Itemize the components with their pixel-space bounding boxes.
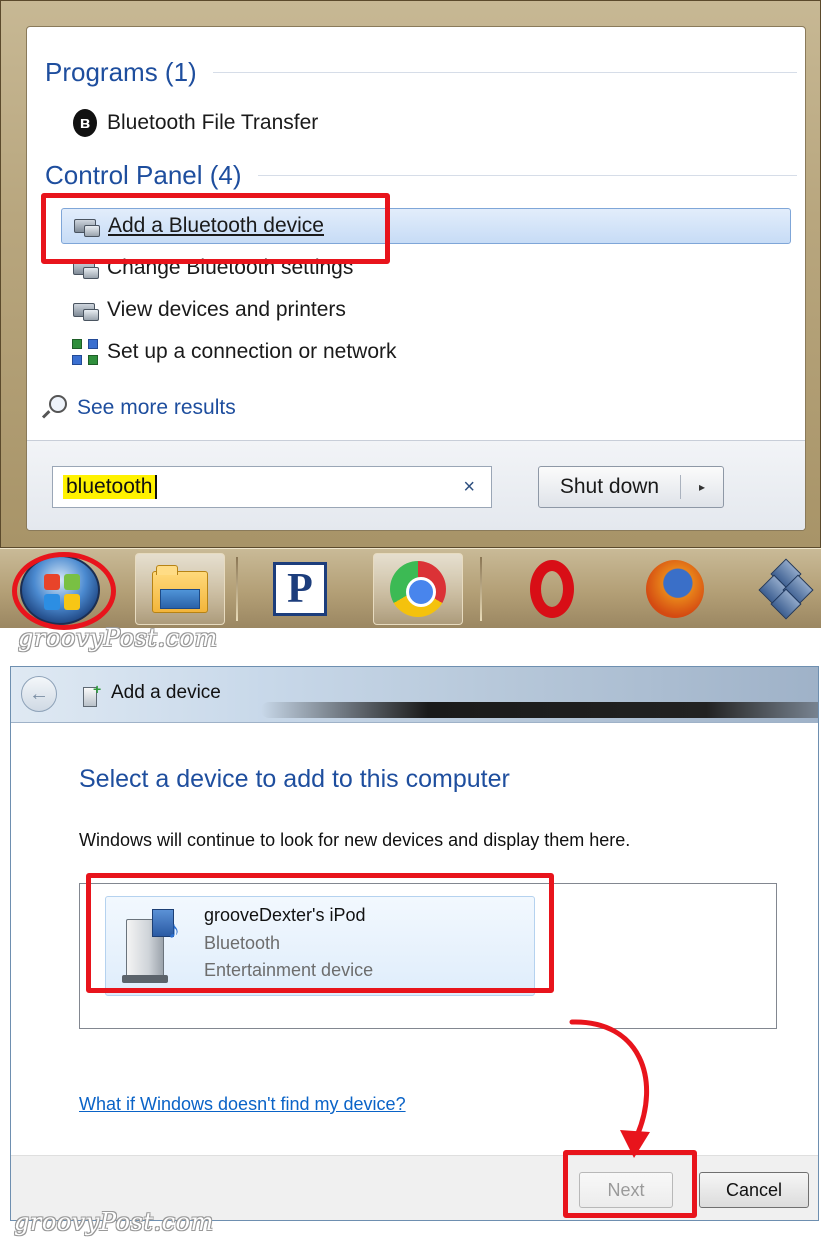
- device-not-found-help-link[interactable]: What if Windows doesn't find my device?: [79, 1094, 406, 1115]
- taskbar-opera[interactable]: [507, 553, 597, 625]
- taskbar-firefox[interactable]: [630, 553, 720, 625]
- dialog-heading: Select a device to add to this computer: [79, 765, 510, 793]
- result-label: Set up a connection or network: [107, 340, 397, 363]
- taskbar-separator: [480, 557, 482, 621]
- shutdown-split-button: Shut down ▸: [538, 466, 724, 508]
- chrome-icon: [390, 561, 446, 617]
- annotation-highlight-add-bluetooth: [41, 193, 390, 264]
- programs-header-label: Programs (1): [45, 57, 197, 87]
- back-arrow-icon: ←: [29, 682, 49, 705]
- bluetooth-icon: ʙ: [71, 109, 99, 137]
- taskbar: P: [0, 548, 821, 628]
- add-device-icon: +: [81, 681, 103, 707]
- devices-printers-icon: [71, 296, 99, 324]
- header-divider: [257, 175, 797, 176]
- see-more-results-link[interactable]: See more results: [41, 395, 236, 421]
- taskbar-virtualbox[interactable]: [750, 553, 821, 625]
- annotation-highlight-next: [563, 1150, 697, 1218]
- watermark-text: groovyPost.com: [14, 1208, 214, 1236]
- window-title-bar: ← + Add a device: [11, 667, 818, 723]
- window-title: Add a device: [111, 682, 221, 703]
- control-panel-header-label: Control Panel (4): [45, 160, 242, 190]
- start-search-input[interactable]: bluetooth ×: [52, 466, 492, 508]
- search-query: bluetooth: [63, 475, 158, 499]
- result-setup-connection[interactable]: Set up a connection or network: [61, 334, 791, 370]
- result-label: Bluetooth File Transfer: [107, 111, 319, 134]
- cancel-button[interactable]: Cancel: [699, 1172, 809, 1208]
- see-more-label: See more results: [77, 396, 236, 419]
- result-view-devices-printers[interactable]: View devices and printers: [61, 292, 791, 328]
- magnifier-icon: [41, 395, 67, 421]
- header-divider: [212, 72, 797, 73]
- taskbar-chrome[interactable]: [373, 553, 463, 625]
- annotation-highlight-device: [86, 873, 554, 993]
- network-icon: [71, 338, 99, 366]
- explorer-folder-icon: [152, 565, 208, 613]
- programs-group-header: Programs (1): [45, 57, 797, 88]
- opera-icon: [530, 560, 574, 618]
- annotation-highlight-start-orb: [12, 552, 116, 630]
- back-button[interactable]: ←: [21, 676, 57, 712]
- result-label: View devices and printers: [107, 298, 346, 321]
- clear-search-icon[interactable]: ×: [463, 476, 475, 499]
- watermark-text: groovyPost.com: [18, 624, 218, 652]
- p-app-icon: P: [273, 562, 327, 616]
- result-bluetooth-file-transfer[interactable]: ʙ Bluetooth File Transfer: [61, 105, 791, 141]
- taskbar-explorer[interactable]: [135, 553, 225, 625]
- control-panel-group-header: Control Panel (4): [45, 160, 797, 191]
- start-menu-frame: Programs (1) ʙ Bluetooth File Transfer C…: [0, 0, 821, 548]
- shutdown-button[interactable]: Shut down: [539, 475, 681, 499]
- title-bar-glass: [261, 702, 818, 718]
- firefox-icon: [646, 560, 704, 618]
- taskbar-p-app[interactable]: P: [255, 553, 345, 625]
- dialog-instructions: Windows will continue to look for new de…: [79, 830, 631, 850]
- start-menu-bottom-strip: bluetooth × Shut down ▸: [27, 440, 805, 530]
- shutdown-options-arrow-icon[interactable]: ▸: [681, 480, 723, 494]
- start-menu-panel: Programs (1) ʙ Bluetooth File Transfer C…: [26, 26, 806, 531]
- taskbar-separator: [236, 557, 238, 621]
- virtualbox-icon: [757, 558, 814, 620]
